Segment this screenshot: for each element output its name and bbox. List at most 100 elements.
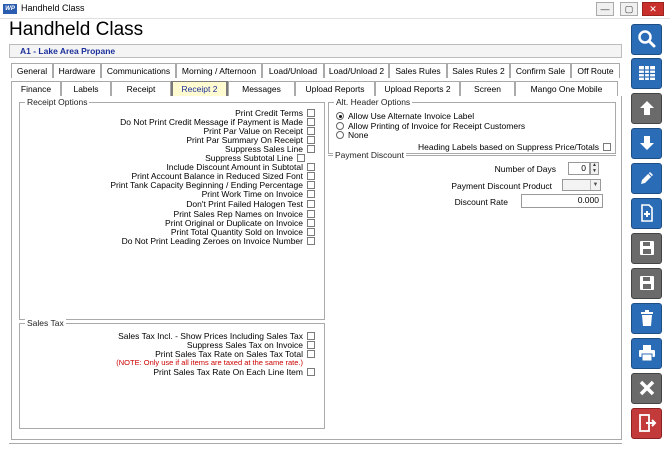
new-document-icon xyxy=(637,203,657,225)
suppress-sales-tax-checkbox[interactable] xyxy=(307,341,315,349)
heading-labels-checkbox[interactable] xyxy=(603,143,611,151)
heading-labels-label: Heading Labels based on Suppress Price/T… xyxy=(418,142,599,152)
tab-row-1: General Hardware Communications Morning … xyxy=(11,63,620,78)
discount-product-label: Payment Discount Product xyxy=(451,181,552,191)
close-window-button[interactable]: ✕ xyxy=(642,2,664,16)
tab-finance[interactable]: Finance xyxy=(11,81,61,96)
tab-receipt[interactable]: Receipt xyxy=(111,81,171,96)
no-leading-zeroes-checkbox[interactable] xyxy=(307,237,315,245)
radio-alt-invoice-label[interactable]: Allow Use Alternate Invoice Label xyxy=(336,111,474,121)
reduced-font-balance-checkbox[interactable] xyxy=(307,172,315,180)
tax-rate-note: (NOTE: Only use if all items are taxed a… xyxy=(116,357,303,367)
print-par-summary-checkbox[interactable] xyxy=(307,136,315,144)
chevron-down-icon[interactable]: ▼ xyxy=(590,180,600,190)
include-discount-subtotal-checkbox[interactable] xyxy=(307,163,315,171)
discount-product-select[interactable]: ▼ xyxy=(562,179,601,191)
no-credit-message-checkbox[interactable] xyxy=(307,118,315,126)
sales-tax-incl-checkbox[interactable] xyxy=(307,332,315,340)
move-up-button[interactable] xyxy=(631,93,662,124)
print-original-duplicate-checkbox[interactable] xyxy=(307,219,315,227)
app-logo-icon: WP xyxy=(3,4,17,14)
tax-note-row: (NOTE: Only use if all items are taxed a… xyxy=(19,357,303,367)
grid-icon xyxy=(637,63,657,85)
no-failed-halogen-checkbox[interactable] xyxy=(307,200,315,208)
radio-none[interactable]: None xyxy=(336,130,368,140)
days-label: Number of Days xyxy=(494,164,556,174)
cancel-icon xyxy=(637,378,657,400)
no-failed-halogen-row[interactable]: Don't Print Failed Halogen Test xyxy=(19,199,315,209)
tab-upload-reports[interactable]: Upload Reports xyxy=(295,81,375,96)
tab-sales-rules-2[interactable]: Sales Rules 2 xyxy=(447,63,510,78)
tank-capacity-percentage-checkbox[interactable] xyxy=(307,181,315,189)
print-tax-line-checkbox[interactable] xyxy=(307,368,315,376)
pencil-icon xyxy=(637,168,657,190)
tab-messages[interactable]: Messages xyxy=(228,81,295,96)
radio-label: Allow Printing of Invoice for Receipt Cu… xyxy=(348,121,526,131)
print-button[interactable] xyxy=(631,338,662,369)
search-icon xyxy=(637,29,657,51)
company-label: A1 - Lake Area Propane xyxy=(20,46,116,56)
save-new-button[interactable] xyxy=(631,233,662,264)
print-tax-line-row[interactable]: Print Sales Tax Rate On Each Line Item xyxy=(19,367,315,377)
search-button[interactable] xyxy=(631,24,662,55)
exit-icon xyxy=(637,413,657,435)
print-credit-terms-checkbox[interactable] xyxy=(307,109,315,117)
radio-label: Allow Use Alternate Invoice Label xyxy=(348,111,475,121)
window-titlebar: WP Handheld Class — ▢ ✕ xyxy=(0,0,670,19)
no-leading-zeroes-label: Do Not Print Leading Zeroes on Invoice N… xyxy=(121,236,303,246)
suppress-sales-line-checkbox[interactable] xyxy=(307,145,315,153)
radio-label: None xyxy=(348,130,369,140)
radio-button[interactable] xyxy=(336,112,344,120)
sales-tax-legend: Sales Tax xyxy=(25,318,66,328)
print-work-time-label: Print Work Time on Invoice xyxy=(201,189,303,199)
tab-sales-rules[interactable]: Sales Rules xyxy=(389,63,447,78)
tab-communications[interactable]: Communications xyxy=(101,63,176,78)
tab-labels[interactable]: Labels xyxy=(61,81,111,96)
delete-button[interactable] xyxy=(631,303,662,334)
no-failed-halogen-label: Don't Print Failed Halogen Test xyxy=(186,199,303,209)
tab-mango-one-mobile[interactable]: Mango One Mobile xyxy=(515,81,618,96)
suppress-subtotal-line-checkbox[interactable] xyxy=(297,154,305,162)
minimize-button[interactable]: — xyxy=(596,2,614,16)
print-tax-rate-total-checkbox[interactable] xyxy=(307,350,315,358)
cancel-button[interactable] xyxy=(631,373,662,404)
tab-general[interactable]: General xyxy=(11,63,53,78)
maximize-button[interactable]: ▢ xyxy=(620,2,638,16)
tab-screen[interactable]: Screen xyxy=(460,81,515,96)
tab-morning-afternoon[interactable]: Morning / Afternoon xyxy=(176,63,262,78)
no-leading-zeroes-row[interactable]: Do Not Print Leading Zeroes on Invoice N… xyxy=(19,236,315,246)
print-work-time-checkbox[interactable] xyxy=(307,190,315,198)
exit-button[interactable] xyxy=(631,408,662,439)
save-button[interactable] xyxy=(631,268,662,299)
radio-button[interactable] xyxy=(336,122,344,130)
tab-receipt-2[interactable]: Receipt 2 xyxy=(171,81,228,96)
print-total-quantity-checkbox[interactable] xyxy=(307,228,315,236)
window-title: Handheld Class xyxy=(21,3,85,13)
arrow-up-icon xyxy=(637,98,657,120)
printer-icon xyxy=(637,343,657,365)
days-stepper[interactable]: ▲ ▼ xyxy=(590,162,599,175)
tab-off-route[interactable]: Off Route xyxy=(571,63,620,78)
print-par-value-checkbox[interactable] xyxy=(307,127,315,135)
save-icon xyxy=(637,273,657,295)
new-record-button[interactable] xyxy=(631,198,662,229)
company-selector[interactable]: A1 - Lake Area Propane xyxy=(9,44,622,58)
page-title: Handheld Class xyxy=(9,19,144,40)
move-down-button[interactable] xyxy=(631,128,662,159)
days-input[interactable]: 0 xyxy=(568,162,590,175)
alt-header-legend: Alt. Header Options xyxy=(334,97,413,107)
tab-upload-reports-2[interactable]: Upload Reports 2 xyxy=(375,81,460,96)
stepper-down-icon[interactable]: ▼ xyxy=(591,168,598,175)
grid-view-button[interactable] xyxy=(631,58,662,89)
discount-rate-input[interactable]: 0.000 xyxy=(521,194,603,208)
tab-confirm-sale[interactable]: Confirm Sale xyxy=(510,63,571,78)
tab-load-unload[interactable]: Load/Unload xyxy=(262,63,324,78)
radio-button[interactable] xyxy=(336,131,344,139)
edit-button[interactable] xyxy=(631,163,662,194)
save-new-icon xyxy=(637,238,657,260)
tab-load-unload-2[interactable]: Load/Unload 2 xyxy=(324,63,389,78)
tab-row-2: Finance Labels Receipt Receipt 2 Message… xyxy=(11,81,618,96)
print-sales-rep-checkbox[interactable] xyxy=(307,210,315,218)
tab-hardware[interactable]: Hardware xyxy=(53,63,101,78)
print-work-time-row[interactable]: Print Work Time on Invoice xyxy=(19,189,315,199)
